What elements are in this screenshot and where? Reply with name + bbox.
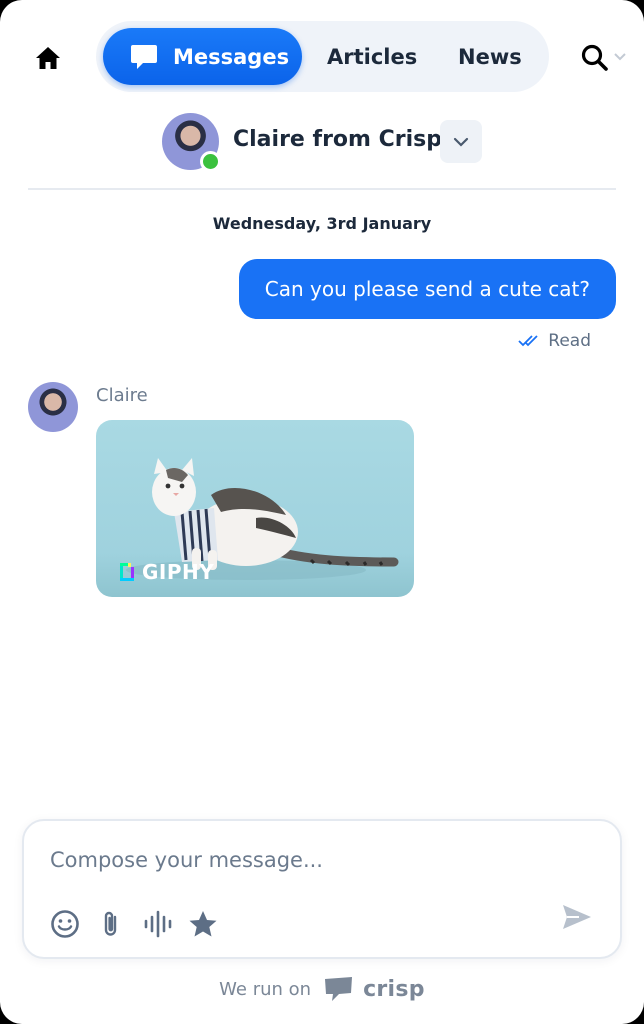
audio-wave-icon [144,910,172,938]
header-divider [28,188,616,190]
operator-name: Claire from Crisp [233,127,442,152]
chevron-down-icon [453,137,469,147]
emoji-icon [51,910,79,938]
tab-news[interactable]: News [458,28,522,85]
home-button[interactable] [30,40,66,76]
tab-messages-label: Messages [173,44,290,69]
audio-button[interactable] [140,907,174,941]
online-status-indicator [200,151,221,172]
send-button[interactable] [557,897,597,937]
date-separator: Wednesday, 3rd January [212,214,432,233]
attach-button[interactable] [94,907,128,941]
send-icon [563,905,591,929]
giphy-label: GIPHY [142,560,215,584]
operator-header: Claire from Crisp [0,110,644,174]
gif-message[interactable]: GIPHY [96,420,414,597]
chevron-down-icon [614,53,626,61]
tab-messages[interactable]: Messages [103,28,302,85]
search-button[interactable] [580,41,628,73]
home-icon [36,47,60,69]
operator-avatar [162,113,221,172]
powered-by-footer[interactable]: We run on crisp [0,973,644,1005]
star-icon [189,911,217,937]
chat-widget: Messages Articles News Claire from Crisp… [0,0,644,1024]
sender-name: Claire [96,385,148,406]
read-receipt: Read [518,331,591,351]
message-input[interactable] [50,841,570,879]
emoji-button[interactable] [48,907,82,941]
rating-button[interactable] [186,907,220,941]
sender-avatar [28,382,78,432]
operator-dropdown-button[interactable] [440,120,482,163]
tab-articles[interactable]: Articles [327,28,417,85]
composer [22,819,622,959]
search-icon [581,44,608,71]
double-check-icon [518,334,542,348]
footer-brand: crisp [363,976,425,1002]
footer-prefix: We run on [219,978,312,1000]
crisp-logo-icon [323,976,355,1002]
giphy-logo: GIPHY [118,560,214,584]
nav-tabs: Messages Articles News [96,21,549,92]
user-message-bubble: Can you please send a cute cat? [238,259,616,319]
paperclip-icon [104,911,117,936]
chat-bubble-icon [131,44,157,69]
read-receipt-label: Read [548,331,591,351]
